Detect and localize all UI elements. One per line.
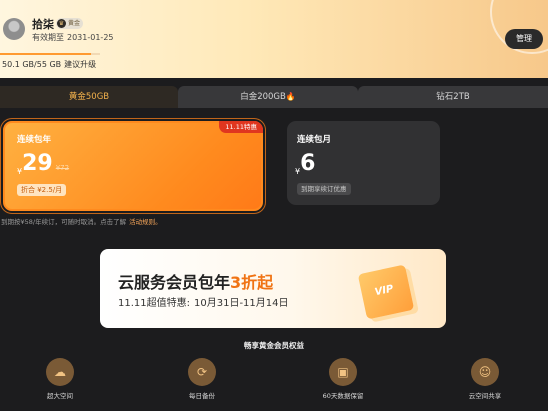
- benefits-title: 畅享黄金会员权益: [244, 341, 304, 350]
- benefit-item[interactable]: ☺ 云空间共享: [455, 358, 515, 400]
- plan-price-monthly: ¥6: [295, 151, 315, 176]
- storage-progress-fill: [0, 53, 91, 55]
- fire-icon: 🔥: [285, 92, 296, 101]
- manage-button[interactable]: 管理: [505, 29, 543, 49]
- storage-info: 50.1 GB/55 GB 建议升级: [2, 59, 96, 70]
- plan-title-monthly: 连续包月: [297, 135, 332, 145]
- original-price: ¥72: [55, 164, 70, 172]
- promo-tag: 11.11特惠: [219, 121, 263, 133]
- plan-card-monthly[interactable]: 连续包月 ¥6 到期享续订优惠: [287, 121, 440, 205]
- per-month-price: 折合 ¥2.5/月: [17, 184, 67, 196]
- user-share-icon: ☺: [471, 358, 499, 386]
- renewal-terms-text: 到期按¥58/年续订，可随时取消。点击了解: [1, 218, 127, 226]
- plan-price-yearly: ¥29 ¥72: [17, 151, 69, 176]
- cloud-storage-icon: ☁: [46, 358, 74, 386]
- storage-usage: 50.1 GB/55 GB: [2, 60, 62, 69]
- membership-page: 拾柒 ♛ 黄金 有效期至 2031-01-25 50.1 GB/55 GB 建议升级…: [0, 0, 548, 411]
- benefit-label: 60天数据保留: [322, 392, 364, 400]
- plan-card-yearly[interactable]: 11.11特惠 连续包年 ¥29 ¥72 折合 ¥2.5/月: [3, 121, 263, 211]
- benefit-item[interactable]: ▣ 60天数据保留: [313, 358, 373, 400]
- plan-title-yearly: 连续包年: [17, 135, 52, 145]
- plan-tabs: 黄金50GB 白金200GB🔥 钻石2TB: [0, 86, 548, 108]
- avatar[interactable]: [3, 18, 25, 40]
- benefit-label: 云空间共享: [468, 392, 502, 400]
- renewal-discount-note: 到期享续订优惠: [297, 183, 351, 195]
- profile-header: 拾柒 ♛ 黄金 有效期至 2031-01-25 50.1 GB/55 GB 建议升级…: [0, 0, 548, 78]
- renewal-terms: 到期按¥58/年续订，可随时取消。点击了解 活动规则。: [1, 216, 162, 226]
- vip-text: VIP: [373, 283, 395, 299]
- benefit-label: 每日备份: [189, 392, 215, 400]
- benefit-item[interactable]: ⟳ 每日备份: [172, 358, 232, 400]
- rules-link[interactable]: 活动规则。: [129, 218, 162, 226]
- price-value: 6: [300, 151, 316, 176]
- storage-tip[interactable]: 建议升级: [64, 60, 96, 69]
- benefit-label: 超大空间: [47, 392, 73, 400]
- banner-subtitle: 11.11超值特惠: 10月31日-11月14日: [118, 294, 289, 309]
- expiry-info: 有效期至 2031-01-25: [32, 32, 114, 43]
- banner-date-range: 10月31日-11月14日: [194, 298, 289, 309]
- banner-title: 云服务会员包年3折起: [118, 269, 273, 293]
- expiry-date: 2031-01-25: [67, 33, 114, 42]
- vip-card-icon: VIP: [357, 264, 415, 320]
- storage-progress-bar: [0, 53, 100, 55]
- price-value: 29: [22, 151, 53, 176]
- backup-icon: ⟳: [188, 358, 216, 386]
- benefit-item[interactable]: ☁ 超大空间: [30, 358, 90, 400]
- badge-label: 黄金: [68, 20, 81, 27]
- tab-platinum-label: 白金200GB: [240, 92, 286, 102]
- username: 拾柒: [32, 18, 54, 31]
- banner-sub-label: 11.11超值特惠:: [118, 298, 190, 309]
- banner-title-main: 云服务会员包年: [118, 273, 231, 292]
- tab-diamond[interactable]: 钻石2TB: [358, 86, 548, 108]
- crown-icon: ♛: [57, 19, 66, 28]
- promo-banner[interactable]: 云服务会员包年3折起 11.11超值特惠: 10月31日-11月14日 VIP: [100, 249, 446, 328]
- banner-title-highlight: 3折起: [230, 273, 274, 292]
- trash-restore-icon: ▣: [329, 358, 357, 386]
- tab-gold[interactable]: 黄金50GB: [0, 86, 178, 108]
- expiry-label: 有效期至: [32, 33, 64, 42]
- tab-platinum[interactable]: 白金200GB🔥: [178, 86, 358, 108]
- membership-badge: ♛ 黄金: [56, 18, 84, 29]
